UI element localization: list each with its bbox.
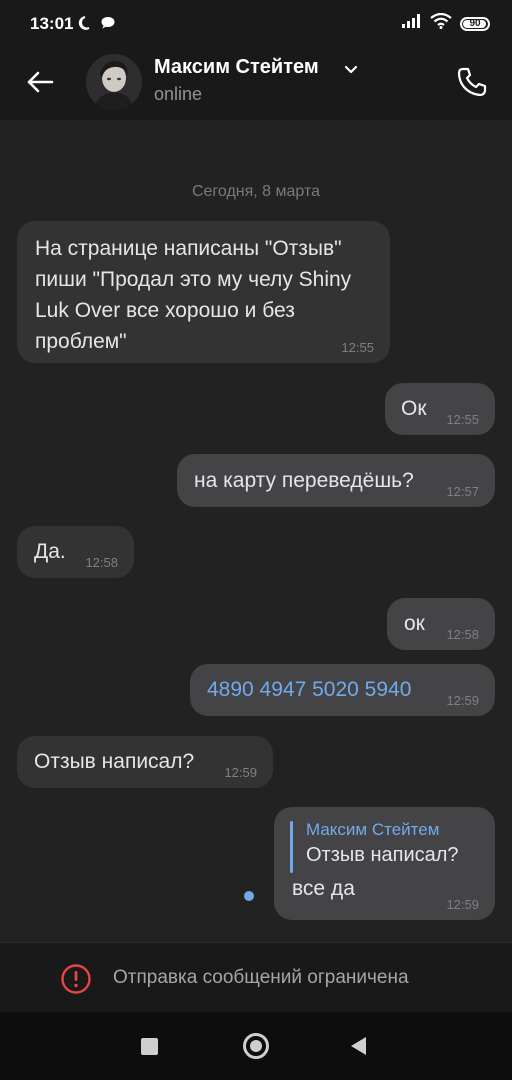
chat-bubble-icon [100, 15, 116, 36]
reply-bar [290, 821, 293, 873]
unread-indicator [244, 891, 254, 901]
signal-icon [402, 14, 422, 33]
recent-apps-icon[interactable] [141, 1038, 158, 1055]
call-button[interactable] [452, 62, 492, 102]
message-list[interactable]: Сегодня, 8 марта На странице написаны "О… [0, 120, 512, 942]
chat-header: Максим Стейтем online [0, 48, 512, 120]
status-time: 13:01 [30, 14, 74, 33]
battery-icon: 90 [460, 16, 490, 31]
avatar[interactable] [86, 54, 142, 110]
contact-status: online [154, 84, 203, 104]
message-time: 12:59 [224, 765, 257, 780]
phone-icon [457, 67, 487, 97]
chevron-down-icon[interactable] [344, 62, 358, 80]
message-bubble[interactable]: Максим Стейтем Отзыв написал? все да 12:… [274, 807, 495, 920]
wifi-icon [430, 12, 452, 34]
message-time: 12:59 [446, 693, 479, 708]
message-time: 12:57 [446, 484, 479, 499]
message-time: 12:58 [446, 627, 479, 642]
battery-level: 90 [469, 18, 481, 29]
moon-icon [78, 15, 94, 36]
message-bubble[interactable]: ок 12:58 [387, 598, 495, 650]
message-time: 12:58 [85, 555, 118, 570]
warning-icon [60, 963, 92, 1000]
message-bubble[interactable]: 4890 4947 5020 5940 12:59 [190, 664, 495, 716]
message-bubble[interactable]: на карту переведёшь? 12:57 [177, 454, 495, 507]
date-separator: Сегодня, 8 марта [191, 183, 321, 200]
message-time: 12:55 [446, 412, 479, 427]
restricted-notice: Отправка сообщений ограничена [0, 942, 512, 1013]
home-icon[interactable] [243, 1033, 269, 1059]
message-bubble[interactable]: На странице написаны "Отзыв" пиши "Прода… [17, 221, 390, 363]
system-nav-bar [0, 1012, 512, 1080]
message-time: 12:59 [446, 897, 479, 912]
back-button[interactable] [22, 64, 58, 100]
message-bubble[interactable]: Отзыв написал? 12:59 [17, 736, 273, 788]
contact-name[interactable]: Максим Стейтем [154, 56, 319, 79]
message-text: На странице написаны "Отзыв" пиши "Прода… [35, 237, 352, 353]
status-bar: 13:01 90 [0, 0, 512, 48]
arrow-left-icon [27, 71, 54, 93]
reply-author[interactable]: Максим Стейтем [306, 819, 495, 841]
nav-back-icon[interactable] [351, 1037, 366, 1055]
message-text: Да. [34, 540, 66, 563]
reply-text[interactable]: Отзыв написал? [306, 841, 495, 869]
restricted-text: Отправка сообщений ограничена [113, 967, 409, 988]
message-bubble[interactable]: Да. 12:58 [17, 526, 134, 578]
message-time: 12:55 [341, 340, 374, 355]
message-bubble[interactable]: Ок 12:55 [385, 383, 495, 435]
